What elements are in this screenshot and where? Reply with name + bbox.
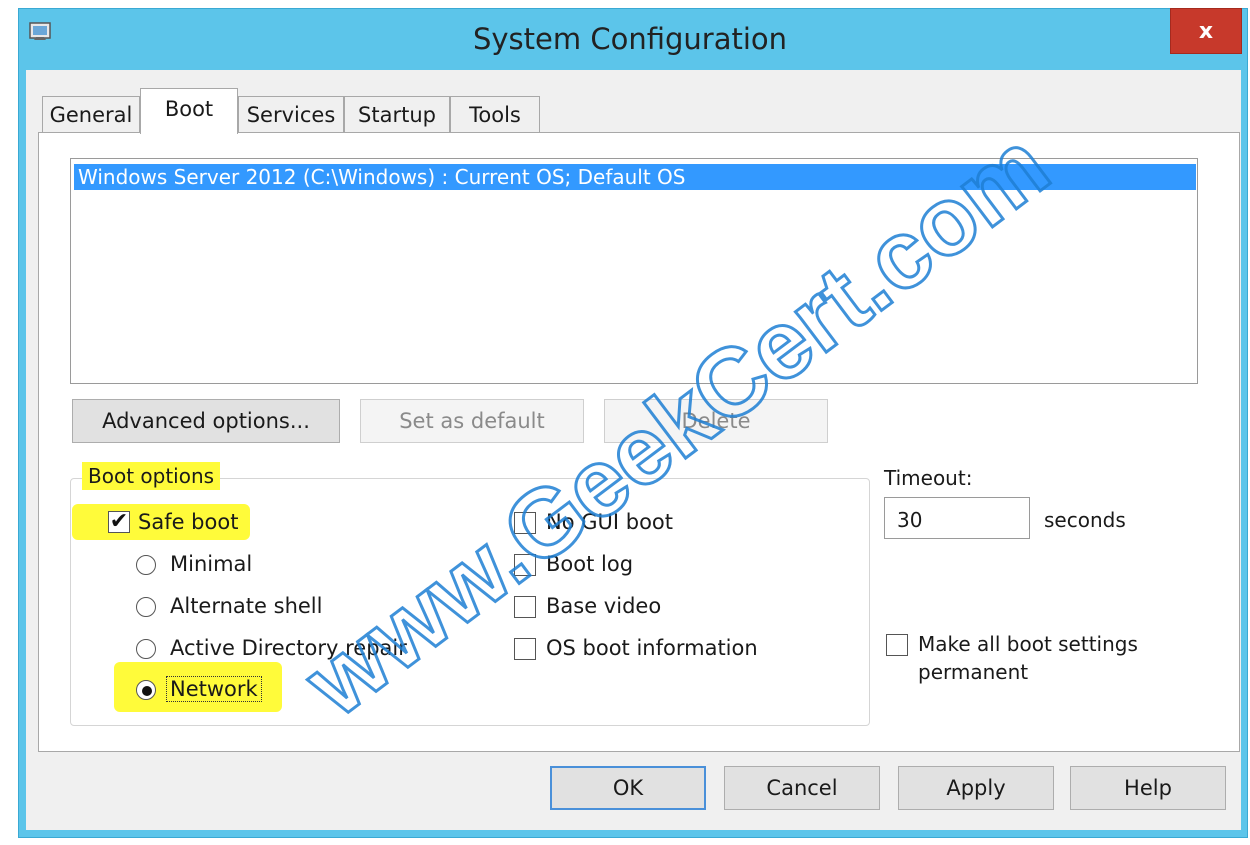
os-list[interactable]	[70, 158, 1198, 384]
safe-boot-label: Safe boot	[138, 510, 239, 534]
make-permanent-checkbox[interactable]	[886, 634, 908, 656]
radio-network-label: Network	[166, 676, 262, 702]
radio-ad-repair[interactable]	[136, 639, 156, 659]
ok-button[interactable]: OK	[550, 766, 706, 810]
os-boot-info-checkbox[interactable]	[514, 638, 536, 660]
checkmark-icon: ✔	[109, 509, 129, 534]
delete-button[interactable]: Delete	[604, 399, 828, 443]
system-config-icon	[28, 20, 52, 44]
close-icon: x	[1198, 18, 1214, 44]
make-permanent-label-line1: Make all boot settings	[918, 632, 1138, 656]
os-boot-info-label: OS boot information	[546, 636, 758, 660]
help-button[interactable]: Help	[1070, 766, 1226, 810]
boot-options-label: Boot options	[82, 462, 221, 490]
make-permanent-label-line2: permanent	[918, 660, 1029, 684]
advanced-options-button[interactable]: Advanced options...	[72, 399, 340, 443]
radio-network[interactable]	[136, 680, 156, 700]
timeout-label: Timeout:	[884, 466, 973, 490]
base-video-checkbox[interactable]	[514, 596, 536, 618]
close-button[interactable]: x	[1170, 8, 1242, 54]
tab-boot[interactable]: Boot	[140, 88, 238, 134]
radio-selected-dot	[142, 686, 152, 696]
os-list-item[interactable]: Windows Server 2012 (C:\Windows) : Curre…	[74, 164, 1196, 190]
tab-tools[interactable]: Tools	[450, 96, 540, 132]
set-as-default-button[interactable]: Set as default	[360, 399, 584, 443]
no-gui-boot-checkbox[interactable]	[514, 512, 536, 534]
safe-boot-checkbox[interactable]: ✔	[108, 511, 130, 533]
radio-ad-repair-label: Active Directory repair	[170, 636, 407, 660]
boot-log-label: Boot log	[546, 552, 634, 576]
base-video-label: Base video	[546, 594, 662, 618]
timeout-unit-label: seconds	[1044, 508, 1126, 532]
tab-general[interactable]: General	[42, 96, 140, 132]
tab-services[interactable]: Services	[238, 96, 344, 132]
radio-alternate-shell-label: Alternate shell	[170, 594, 323, 618]
timeout-input[interactable]: 30	[884, 497, 1030, 539]
window-title: System Configuration	[472, 22, 788, 56]
no-gui-boot-label: No GUI boot	[546, 510, 674, 534]
apply-button[interactable]: Apply	[898, 766, 1054, 810]
radio-minimal-label: Minimal	[170, 552, 253, 576]
cancel-button[interactable]: Cancel	[724, 766, 880, 810]
radio-alternate-shell[interactable]	[136, 597, 156, 617]
radio-minimal[interactable]	[136, 555, 156, 575]
tab-startup[interactable]: Startup	[344, 96, 450, 132]
boot-log-checkbox[interactable]	[514, 554, 536, 576]
